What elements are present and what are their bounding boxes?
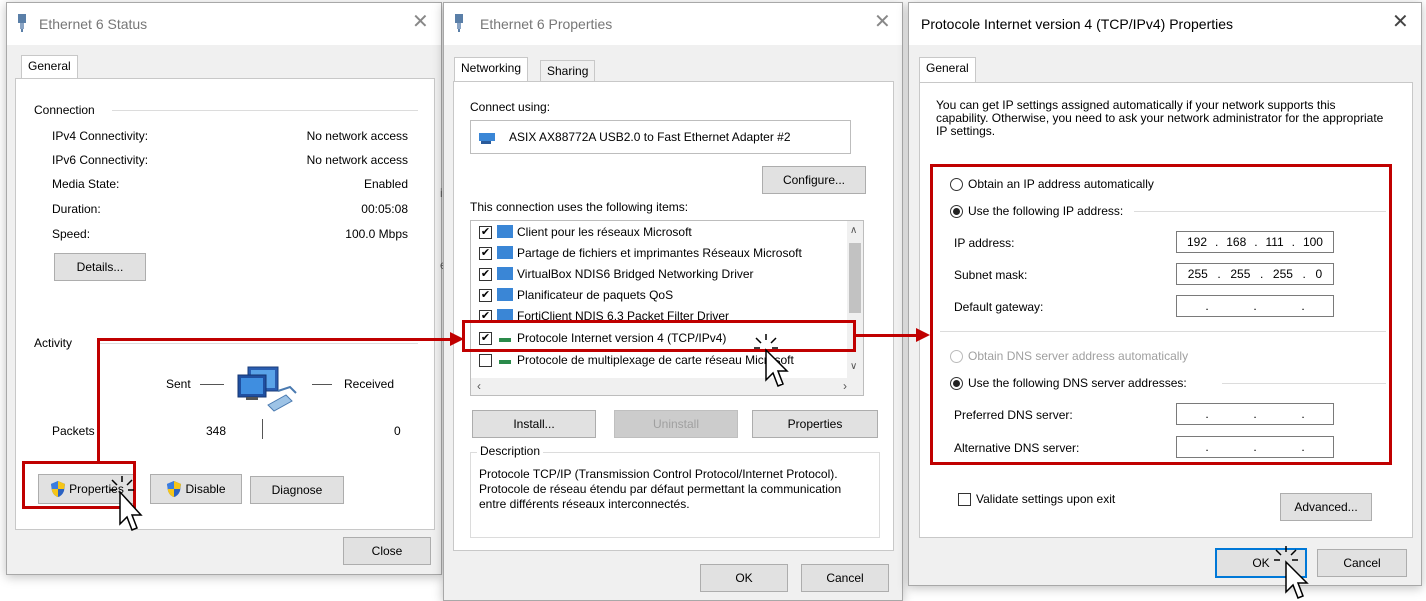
adapter-name: ASIX AX88772A USB2.0 to Fast Ethernet Ad… bbox=[509, 130, 791, 144]
ipv4-connectivity-value: No network access bbox=[306, 129, 408, 143]
details-button[interactable]: Details... bbox=[54, 253, 146, 281]
network-activity-icon bbox=[237, 366, 297, 412]
duration-label: Duration: bbox=[52, 202, 101, 216]
configure-button[interactable]: Configure... bbox=[762, 166, 866, 194]
disable-button[interactable]: Disable bbox=[150, 474, 242, 504]
click-cursor-icon bbox=[110, 476, 143, 531]
tab-sharing[interactable]: Sharing bbox=[540, 60, 596, 82]
media-state-value: Enabled bbox=[363, 177, 408, 191]
properties-item-button[interactable]: Properties bbox=[752, 410, 878, 438]
diagnose-button[interactable]: Diagnose bbox=[250, 476, 344, 504]
protocol-icon bbox=[499, 360, 511, 364]
description-heading: Description bbox=[477, 444, 544, 458]
arrow-right-icon bbox=[450, 332, 464, 346]
scroll-right-icon[interactable]: › bbox=[843, 379, 847, 393]
ipv6-connectivity-label: IPv6 Connectivity: bbox=[52, 153, 149, 167]
ipv4-item-highlight bbox=[462, 320, 856, 352]
adapter-field: ASIX AX88772A USB2.0 to Fast Ethernet Ad… bbox=[470, 120, 851, 154]
qos-icon bbox=[497, 288, 513, 301]
speed-label: Speed: bbox=[52, 227, 91, 241]
networking-panel: Connect using: ASIX AX88772A USB2.0 to F… bbox=[453, 81, 894, 551]
connector-line bbox=[97, 338, 452, 341]
items-list[interactable]: ✔ Client pour les réseaux Microsoft ✔ Pa… bbox=[470, 220, 864, 396]
validate-label: Validate settings upon exit bbox=[976, 492, 1116, 506]
packets-label: Packets bbox=[52, 424, 95, 438]
close-icon[interactable]: ✕ bbox=[1392, 12, 1409, 32]
tab-networking[interactable]: Networking bbox=[454, 57, 529, 82]
click-cursor-icon bbox=[1274, 546, 1309, 599]
item-label: Partage de fichiers et imprimantes Résea… bbox=[517, 246, 802, 260]
ipv4-connectivity-label: IPv4 Connectivity: bbox=[52, 129, 149, 143]
advanced-button[interactable]: Advanced... bbox=[1280, 493, 1372, 521]
description-group: Description Protocole TCP/IP (Transmissi… bbox=[470, 444, 880, 538]
shield-icon bbox=[167, 481, 182, 497]
uninstall-button: Uninstall bbox=[614, 410, 738, 438]
sharing-icon bbox=[497, 246, 513, 259]
received-label: Received bbox=[344, 377, 395, 391]
activity-heading: Activity bbox=[34, 336, 73, 350]
item-label: Client pour les réseaux Microsoft bbox=[517, 225, 692, 239]
connection-heading: Connection bbox=[34, 103, 95, 117]
connect-using-label: Connect using: bbox=[470, 100, 551, 114]
intro-text: You can get IP settings assigned automat… bbox=[936, 98, 1384, 138]
properties-window-title: Ethernet 6 Properties bbox=[480, 16, 613, 32]
ip-settings-highlight bbox=[930, 164, 1392, 465]
item-label: VirtualBox NDIS6 Bridged Networking Driv… bbox=[517, 267, 754, 281]
packets-divider bbox=[262, 419, 263, 439]
install-button[interactable]: Install... bbox=[472, 410, 596, 438]
items-label: This connection uses the following items… bbox=[470, 200, 689, 214]
disable-button-label: Disable bbox=[185, 482, 226, 496]
speed-value: 100.0 Mbps bbox=[345, 227, 408, 241]
status-window-title: Ethernet 6 Status bbox=[39, 16, 148, 32]
connection-divider bbox=[112, 110, 418, 111]
validate-checkbox[interactable] bbox=[958, 493, 971, 506]
item-checkbox[interactable]: ✔ bbox=[479, 226, 492, 239]
scroll-up-icon[interactable]: ∧ bbox=[850, 225, 857, 236]
network-adapter-icon bbox=[455, 14, 463, 32]
scroll-thumb[interactable] bbox=[849, 243, 861, 313]
item-checkbox[interactable]: ✔ bbox=[479, 247, 492, 260]
close-button[interactable]: Close bbox=[343, 537, 431, 565]
horizontal-scrollbar[interactable]: ‹ › bbox=[471, 378, 863, 395]
ok-button[interactable]: OK bbox=[700, 564, 788, 592]
network-adapter-icon bbox=[18, 14, 26, 32]
packets-sent-value: 348 bbox=[206, 424, 227, 438]
scroll-down-icon[interactable]: ∨ bbox=[850, 361, 857, 372]
item-label: Planificateur de paquets QoS bbox=[517, 288, 674, 302]
network-adapter-icon bbox=[479, 133, 495, 144]
driver-icon bbox=[497, 267, 513, 280]
properties-titlebar[interactable]: Ethernet 6 Properties ✕ bbox=[444, 3, 902, 45]
properties-window: Ethernet 6 Properties ✕ Networking Shari… bbox=[443, 2, 903, 601]
received-line bbox=[312, 384, 332, 385]
tab-general[interactable]: General bbox=[919, 57, 976, 83]
ipv4-titlebar[interactable]: Protocole Internet version 4 (TCP/IPv4) … bbox=[909, 3, 1421, 45]
packets-received-value: 0 bbox=[394, 424, 401, 438]
item-checkbox[interactable] bbox=[479, 354, 492, 367]
ipv6-connectivity-value: No network access bbox=[306, 153, 408, 167]
description-text: Protocole TCP/IP (Transmission Control P… bbox=[479, 467, 842, 511]
cancel-button[interactable]: Cancel bbox=[801, 564, 889, 592]
activity-divider bbox=[100, 343, 418, 344]
close-icon[interactable]: ✕ bbox=[874, 12, 891, 32]
client-icon bbox=[497, 225, 513, 238]
vertical-scrollbar[interactable]: ∧ ∨ bbox=[847, 221, 863, 379]
sent-label: Sent bbox=[166, 377, 191, 391]
tab-general[interactable]: General bbox=[21, 55, 78, 79]
connector-line bbox=[856, 334, 918, 337]
close-icon[interactable]: ✕ bbox=[412, 12, 429, 32]
cancel-button[interactable]: Cancel bbox=[1317, 549, 1407, 577]
arrow-right-icon bbox=[916, 328, 930, 342]
status-titlebar[interactable]: Ethernet 6 Status ✕ bbox=[7, 3, 441, 45]
media-state-label: Media State: bbox=[52, 177, 120, 191]
connector-line bbox=[97, 338, 100, 462]
click-cursor-icon bbox=[754, 334, 789, 387]
item-checkbox[interactable]: ✔ bbox=[479, 289, 492, 302]
scroll-left-icon[interactable]: ‹ bbox=[477, 379, 481, 393]
duration-value: 00:05:08 bbox=[361, 202, 408, 216]
item-checkbox[interactable]: ✔ bbox=[479, 268, 492, 281]
ipv4-window-title: Protocole Internet version 4 (TCP/IPv4) … bbox=[921, 16, 1234, 32]
sent-line bbox=[200, 384, 224, 385]
